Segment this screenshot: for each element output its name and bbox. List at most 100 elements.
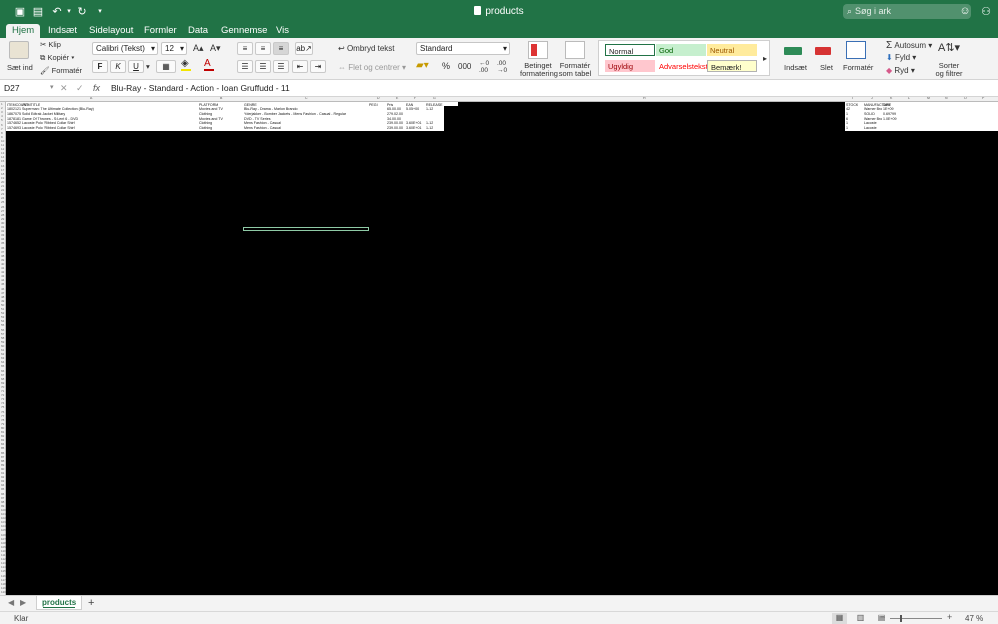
column-header[interactable]: P xyxy=(982,97,984,100)
table-cell[interactable]: Warner Bro xyxy=(864,117,882,121)
align-top-icon[interactable]: ≡ xyxy=(237,42,253,55)
sort-filter-icon[interactable]: A⇅▾ xyxy=(938,41,960,54)
underline-dropdown-icon[interactable]: ▾ xyxy=(146,62,150,71)
table-cell[interactable]: 1E+09 xyxy=(883,107,894,111)
format-painter-button[interactable]: 🖌 Formatér xyxy=(40,66,82,75)
table-cell[interactable]: 1 xyxy=(846,121,848,125)
styles-more-icon[interactable]: ▸ xyxy=(763,54,767,63)
merge-center-button[interactable]: ⇔ Flet og centrer ▾ xyxy=(338,63,406,72)
table-cell[interactable]: 65.00.00 xyxy=(387,107,401,111)
table-cell[interactable]: Warner Bro xyxy=(864,107,882,111)
table-cell[interactable]: Clothing xyxy=(199,112,212,116)
increase-font-icon[interactable]: A▴ xyxy=(193,43,204,54)
table-cell[interactable]: Lacoste xyxy=(864,126,877,130)
table-cell[interactable]: 1-12 xyxy=(426,121,433,125)
zoom-slider[interactable] xyxy=(890,618,942,619)
table-cell[interactable]: 1-12 xyxy=(426,107,433,111)
table-cell[interactable]: Lacoste xyxy=(864,121,877,125)
zoom-out-icon[interactable]: − xyxy=(880,612,885,622)
zoom-level[interactable]: 47 % xyxy=(965,614,983,623)
conditional-formatting-label[interactable]: Betinget formatering xyxy=(520,62,558,78)
format-as-table-icon[interactable] xyxy=(565,41,585,59)
table-cell[interactable]: 1 xyxy=(846,126,848,130)
align-middle-icon[interactable]: ≡ xyxy=(255,42,271,55)
table-cell[interactable]: 3.60E+01 xyxy=(406,121,422,125)
tab-sidelayout[interactable]: Sidelayout xyxy=(83,24,139,38)
style-note[interactable]: Bemærk! xyxy=(707,60,757,72)
column-header[interactable]: K xyxy=(890,97,892,100)
table-cell[interactable]: 1802121 xyxy=(7,107,21,111)
name-box-dropdown-icon[interactable]: ▾ xyxy=(50,83,54,91)
cut-button[interactable]: ✂ Klip xyxy=(40,40,61,49)
insert-cells-label[interactable]: Indsæt xyxy=(784,63,807,72)
table-cell[interactable]: 0.69799 xyxy=(883,112,896,116)
prev-sheet-icon[interactable]: ◀ xyxy=(8,598,14,607)
column-header[interactable]: N xyxy=(945,97,948,100)
table-cell[interactable]: Game Of Thrones - S:Lent 6 - DVD xyxy=(22,117,78,121)
enter-icon[interactable]: ✓ xyxy=(76,83,84,94)
table-cell[interactable]: SOLID xyxy=(864,112,875,116)
page-layout-view-icon[interactable]: ▥ xyxy=(853,613,868,624)
style-normal[interactable]: Normal xyxy=(605,44,655,56)
tab-gennemse[interactable]: Gennemse xyxy=(215,24,273,38)
zoom-thumb[interactable] xyxy=(900,615,902,622)
table-cell[interactable]: 1867075 xyxy=(7,112,21,116)
column-header[interactable]: E xyxy=(396,97,398,100)
paste-label[interactable]: Sæt ind xyxy=(7,63,33,72)
tab-indsaet[interactable]: Indsæt xyxy=(42,24,83,38)
column-header[interactable]: J xyxy=(871,97,873,100)
column-header[interactable]: M xyxy=(927,97,930,100)
style-good[interactable]: God xyxy=(656,44,706,56)
table-cell[interactable]: 1 xyxy=(846,112,848,116)
format-cells-label[interactable]: Formatér xyxy=(843,63,873,72)
table-cell[interactable]: 42 xyxy=(846,107,850,111)
fill-color-icon[interactable]: ◈ xyxy=(181,58,191,71)
next-sheet-icon[interactable]: ▶ xyxy=(20,598,26,607)
wrap-text-button[interactable]: ↩ Ombryd tekst xyxy=(338,44,395,53)
align-bottom-icon[interactable]: ≡ xyxy=(273,42,289,55)
table-cell[interactable]: Blu-Ray - Drama - Marlon Brando xyxy=(244,107,298,111)
table-cell[interactable]: 239.00.00 xyxy=(387,126,403,130)
fill-button[interactable]: ⬇ Fyld ▾ xyxy=(886,53,916,62)
table-cell[interactable]: 5.05+00 xyxy=(406,107,419,111)
table-cell[interactable]: 34.00.00 xyxy=(387,117,401,121)
table-cell[interactable]: 3.60E+01 xyxy=(406,126,422,130)
number-format-select[interactable]: Standard ▾ xyxy=(416,42,510,55)
table-cell[interactable]: 239.00.00 xyxy=(387,121,403,125)
table-cell[interactable]: Mens Fashion - Casual xyxy=(244,126,281,130)
worksheet-grid[interactable]: A B C D E F G H I J K L M N O P 12345678… xyxy=(0,97,998,595)
sort-filter-label[interactable]: Sorter og filtrer xyxy=(934,62,964,78)
table-cell[interactable]: DVD - TV Series xyxy=(244,117,271,121)
column-header[interactable]: B xyxy=(220,97,222,100)
normal-view-icon[interactable]: ▦ xyxy=(832,613,847,624)
table-cell[interactable]: Yderjakker - Bomber Jackets - Mens Fashi… xyxy=(244,112,346,116)
table-cell[interactable]: 1574652 xyxy=(7,121,21,125)
borders-icon[interactable]: ▦ xyxy=(156,60,176,73)
delete-cells-label[interactable]: Slet xyxy=(820,63,833,72)
column-header[interactable]: O xyxy=(964,97,967,100)
table-cell[interactable]: Lacoste Polo 'Ribbed Collar Shirt' xyxy=(22,121,75,125)
table-cell[interactable]: Superman: The Ultimate Collection (Blu-R… xyxy=(22,107,94,111)
cancel-icon[interactable]: ✕ xyxy=(60,83,68,94)
bold-button[interactable]: F xyxy=(92,60,108,73)
font-name-select[interactable]: Calibri (Tekst) ▾ xyxy=(92,42,158,55)
align-left-icon[interactable]: ☰ xyxy=(237,60,253,73)
insert-cells-icon[interactable] xyxy=(784,43,804,61)
tab-data[interactable]: Data xyxy=(182,24,214,38)
thousands-button[interactable]: 000 xyxy=(458,62,471,71)
add-sheet-icon[interactable]: + xyxy=(88,597,94,609)
style-bad[interactable]: Ugyldig xyxy=(605,60,655,72)
accounting-format-icon[interactable]: ▰▾ xyxy=(416,60,429,71)
conditional-formatting-icon[interactable] xyxy=(528,41,548,59)
column-header[interactable]: L xyxy=(908,97,910,100)
tab-hjem[interactable]: Hjem xyxy=(6,24,41,38)
table-cell[interactable]: Clothing xyxy=(199,121,212,125)
smiley-feedback-icon[interactable]: ☺ xyxy=(958,4,972,18)
underline-button[interactable]: U xyxy=(128,60,144,73)
row-number[interactable]: 120 xyxy=(1,590,6,594)
name-box[interactable]: D27 xyxy=(4,83,48,95)
column-header[interactable]: D xyxy=(377,97,380,100)
tab-vis[interactable]: Vis xyxy=(270,24,295,38)
font-size-select[interactable]: 12 ▾ xyxy=(161,42,187,55)
table-cell[interactable]: 1878181 xyxy=(7,117,21,121)
